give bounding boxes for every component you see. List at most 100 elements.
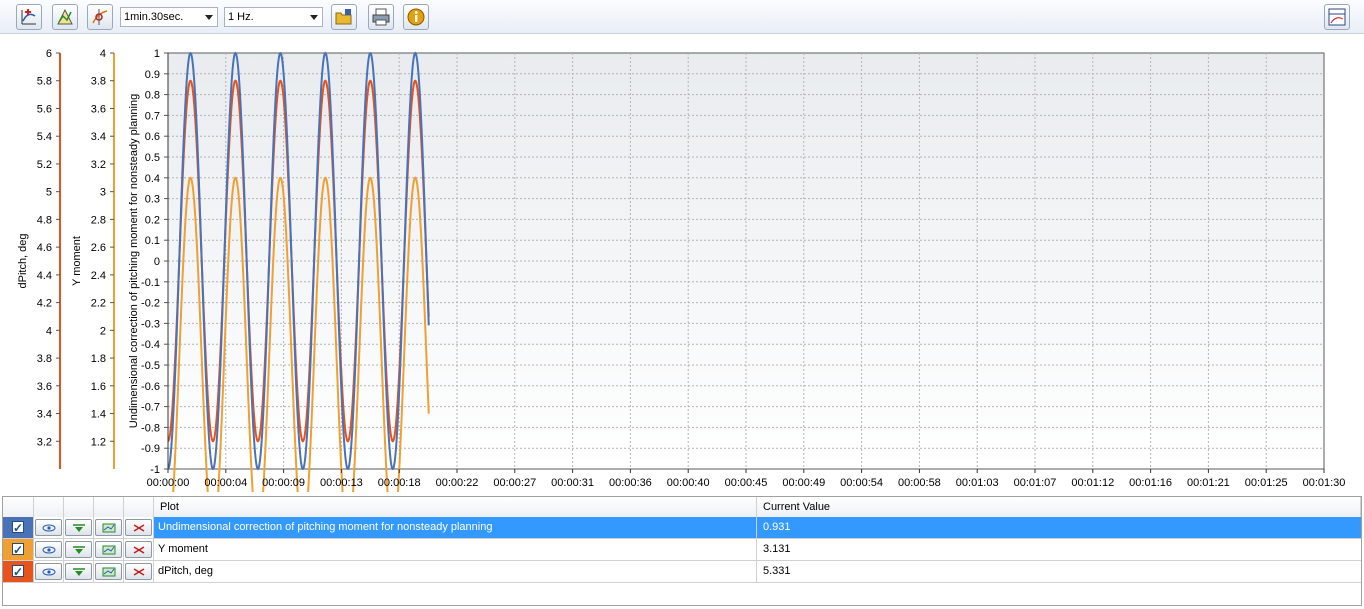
duration-select-value: 1min.30sec. xyxy=(124,11,184,23)
remove-series-button[interactable] xyxy=(125,541,152,558)
x-tick-label: 00:00:40 xyxy=(667,477,710,489)
undim-tick-label: -0.6 xyxy=(141,381,160,393)
x-tick-label: 00:01:07 xyxy=(1014,477,1057,489)
ymoment-tick-label: 1.6 xyxy=(91,381,106,393)
undim-tick-label: -0.1 xyxy=(141,277,160,289)
visibility-icon xyxy=(41,545,57,555)
toggle-visibility-button[interactable] xyxy=(35,541,62,558)
series-color-swatch xyxy=(3,517,34,538)
x-tick-label: 00:00:18 xyxy=(378,477,421,489)
undim-tick-label: 0.7 xyxy=(145,110,160,122)
series-visible-checkbox[interactable] xyxy=(12,518,24,538)
remove-series-icon xyxy=(131,523,147,533)
x-tick-label: 00:01:12 xyxy=(1071,477,1114,489)
x-tick-label: 00:00:04 xyxy=(204,477,247,489)
x-tick-label: 00:00:09 xyxy=(262,477,305,489)
plot-name-cell: dPitch, deg xyxy=(154,561,757,582)
frequency-select-value: 1 Hz. xyxy=(228,11,254,23)
undim-tick-label: -0.8 xyxy=(141,422,160,434)
open-file-button[interactable] xyxy=(331,4,357,30)
dpitch-tick-label: 6 xyxy=(46,48,52,60)
frequency-select[interactable]: 1 Hz. xyxy=(224,7,323,27)
toolbar: 1min.30sec. 1 Hz. xyxy=(0,0,1364,34)
ymoment-tick-label: 2 xyxy=(100,325,106,337)
remove-series-button[interactable] xyxy=(125,563,152,580)
info-button[interactable] xyxy=(403,4,429,30)
remove-series-button[interactable] xyxy=(125,519,152,536)
table-row[interactable]: Y moment 3.131 xyxy=(3,539,1361,561)
toggle-visibility-button[interactable] xyxy=(35,563,62,580)
move-down-icon xyxy=(71,567,87,577)
table-header: Plot Current Value xyxy=(3,497,1361,518)
ymoment-tick-label: 2.8 xyxy=(91,214,106,226)
edit-series-button[interactable] xyxy=(95,563,122,580)
edit-series-icon xyxy=(101,545,117,555)
dpitch-tick-label: 3.8 xyxy=(37,353,52,365)
series-visible-checkbox[interactable] xyxy=(12,562,24,582)
visibility-icon xyxy=(41,523,57,533)
undim-tick-label: -0.3 xyxy=(141,318,160,330)
move-down-icon xyxy=(71,545,87,555)
edit-series-button[interactable] xyxy=(95,519,122,536)
x-tick-label: 00:00:45 xyxy=(725,477,768,489)
move-down-icon xyxy=(71,523,87,533)
ymoment-tick-label: 4 xyxy=(100,48,106,60)
move-down-button[interactable] xyxy=(65,541,92,558)
chart-settings-button[interactable] xyxy=(52,4,78,30)
marker-button[interactable] xyxy=(87,4,113,30)
dpitch-tick-label: 4.4 xyxy=(37,270,52,282)
ymoment-tick-label: 3.8 xyxy=(91,76,106,88)
value-column-header[interactable]: Current Value xyxy=(757,497,1361,517)
chart-settings-icon xyxy=(57,8,73,25)
duration-select[interactable]: 1min.30sec. xyxy=(120,7,218,27)
undim-tick-label: 0 xyxy=(154,256,160,268)
x-tick-label: 00:01:25 xyxy=(1245,477,1288,489)
x-tick-label: 00:00:00 xyxy=(147,477,190,489)
plot-column-header[interactable]: Plot xyxy=(154,497,757,517)
x-tick-label: 00:01:30 xyxy=(1303,477,1346,489)
add-curve-button[interactable] xyxy=(16,4,42,30)
move-down-button[interactable] xyxy=(65,563,92,580)
x-axis: 00:00:00 00:00:04 00:00:09 00:00:13 00:00:18… xyxy=(147,469,1346,489)
x-tick-label: 00:01:03 xyxy=(956,477,999,489)
add-curve-icon xyxy=(21,9,36,25)
undim-tick-label: -0.9 xyxy=(141,443,160,455)
info-icon xyxy=(407,8,425,26)
undim-tick-label: 0.2 xyxy=(145,214,160,226)
edit-series-button[interactable] xyxy=(95,541,122,558)
dpitch-tick-label: 4.2 xyxy=(37,298,52,310)
table-row[interactable]: Undimensional correction of pitching mom… xyxy=(3,517,1361,539)
x-tick-label: 00:00:49 xyxy=(782,477,825,489)
ymoment-tick-label: 2.6 xyxy=(91,242,106,254)
undim-tick-label: 0.8 xyxy=(145,90,160,102)
undim-tick-label: -0.4 xyxy=(141,339,160,351)
undim-tick-label: -0.5 xyxy=(141,360,160,372)
print-button[interactable] xyxy=(368,4,394,30)
undim-tick-label: -0.2 xyxy=(141,298,160,310)
remove-series-icon xyxy=(131,567,147,577)
move-down-button[interactable] xyxy=(65,519,92,536)
ymoment-tick-label: 3.4 xyxy=(91,131,106,143)
plot-name-cell: Undimensional correction of pitching mom… xyxy=(154,517,757,538)
undim-axis-title: Undimensional correction of pitching mom… xyxy=(128,94,140,428)
current-value-cell: 5.331 xyxy=(763,565,791,577)
ymoment-tick-label: 3 xyxy=(100,187,106,199)
edit-series-icon xyxy=(101,567,117,577)
print-icon xyxy=(372,8,390,26)
table-row[interactable]: dPitch, deg 5.331 xyxy=(3,561,1361,583)
ymoment-tick-label: 1.8 xyxy=(91,353,106,365)
ymoment-tick-label: 3.2 xyxy=(91,159,106,171)
undim-tick-label: 0.3 xyxy=(145,194,160,206)
undim-tick-label: 0.4 xyxy=(145,173,160,185)
line-chart: 3.2 3.4 3.6 3.8 4 4.2 4.4 4.6 4.8 5 5.2 5.4 5.6 5.8 6 d… xyxy=(17,48,1346,492)
dpitch-tick-label: 3.6 xyxy=(37,381,52,393)
ymoment-axis-title: Y moment xyxy=(71,236,83,286)
layout-button[interactable] xyxy=(1324,4,1350,30)
dpitch-tick-label: 3.4 xyxy=(37,409,52,421)
series-visible-checkbox[interactable] xyxy=(12,540,24,560)
current-value-cell: 3.131 xyxy=(763,543,791,555)
toggle-visibility-button[interactable] xyxy=(35,519,62,536)
chevron-down-icon xyxy=(310,15,318,20)
plot-table: Plot Current Value Undimensional correct… xyxy=(2,496,1362,606)
x-tick-label: 00:00:31 xyxy=(551,477,594,489)
